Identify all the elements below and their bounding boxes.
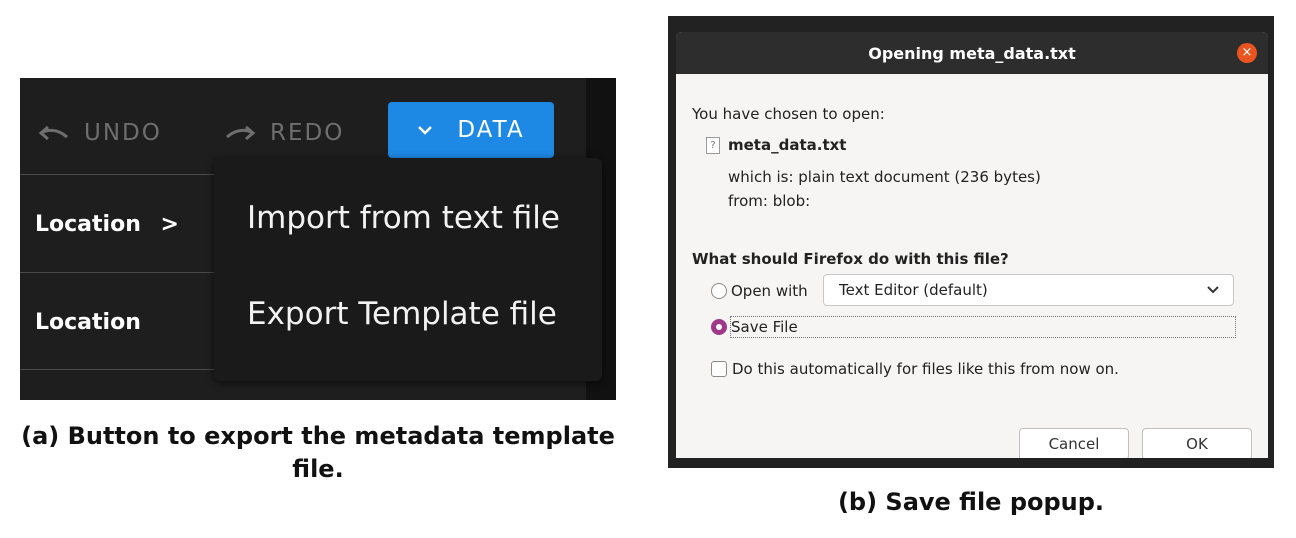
opening-file-dialog: Opening meta_data.txt × You have chosen … — [676, 32, 1268, 458]
data-dropdown-menu: Import from text file Export Template fi… — [214, 158, 602, 381]
undo-icon — [38, 125, 68, 141]
ok-button[interactable]: OK — [1142, 428, 1252, 458]
redo-label: REDO — [270, 120, 345, 146]
file-source-info: from: blob: — [728, 192, 811, 210]
row-divider — [20, 272, 220, 273]
close-icon[interactable]: × — [1237, 43, 1257, 63]
open-with-radio[interactable] — [711, 283, 727, 299]
dialog-titlebar: Opening meta_data.txt — [676, 32, 1268, 74]
undo-button[interactable]: UNDO — [38, 108, 162, 158]
save-file-radio[interactable] — [711, 319, 727, 335]
file-name: meta_data.txt — [728, 136, 847, 154]
row-divider — [20, 369, 220, 370]
file-type-info: which is: plain text document (236 bytes… — [728, 168, 1041, 186]
redo-button[interactable]: REDO — [224, 108, 344, 158]
cancel-label: Cancel — [1048, 435, 1100, 453]
application-select-value: Text Editor (default) — [839, 281, 988, 299]
row-label: Location — [35, 212, 141, 237]
row-divider — [20, 174, 220, 175]
data-button-label: DATA — [457, 117, 525, 143]
redo-icon — [226, 125, 256, 141]
application-select[interactable]: Text Editor (default) — [823, 274, 1234, 306]
action-question: What should Firefox do with this file? — [692, 250, 1009, 268]
save-file-focus-ring — [730, 316, 1236, 338]
panel-b-firefox-download: Opening meta_data.txt × You have chosen … — [668, 16, 1274, 468]
row-location-expandable[interactable]: Location > — [35, 212, 179, 237]
panel-a-dark-app: UNDO REDO DATA Location > Location Impor… — [20, 78, 616, 400]
dialog-title: Opening meta_data.txt — [868, 43, 1076, 63]
caption-b: (b) Save file popup. — [837, 488, 1105, 516]
chevron-down-icon — [418, 126, 433, 135]
chevron-right-icon: > — [160, 212, 179, 237]
caption-a: (a) Button to export the metadata templa… — [21, 422, 615, 483]
unknown-file-icon: ? — [706, 137, 720, 154]
cancel-button[interactable]: Cancel — [1019, 428, 1129, 458]
chosen-label: You have chosen to open: — [692, 105, 885, 123]
chevron-down-icon — [1207, 286, 1219, 294]
data-button[interactable]: DATA — [388, 102, 554, 158]
auto-action-label[interactable]: Do this automatically for files like thi… — [732, 360, 1119, 378]
ok-label: OK — [1186, 435, 1208, 453]
open-with-label[interactable]: Open with — [731, 282, 808, 300]
save-file-label[interactable]: Save File — [731, 318, 798, 336]
auto-action-checkbox[interactable] — [711, 361, 727, 377]
menu-item-import-text-file[interactable]: Import from text file — [247, 200, 560, 236]
row-location: Location — [35, 310, 141, 335]
menu-item-export-template-file[interactable]: Export Template file — [247, 296, 557, 332]
row-label: Location — [35, 310, 141, 335]
undo-label: UNDO — [84, 120, 162, 146]
